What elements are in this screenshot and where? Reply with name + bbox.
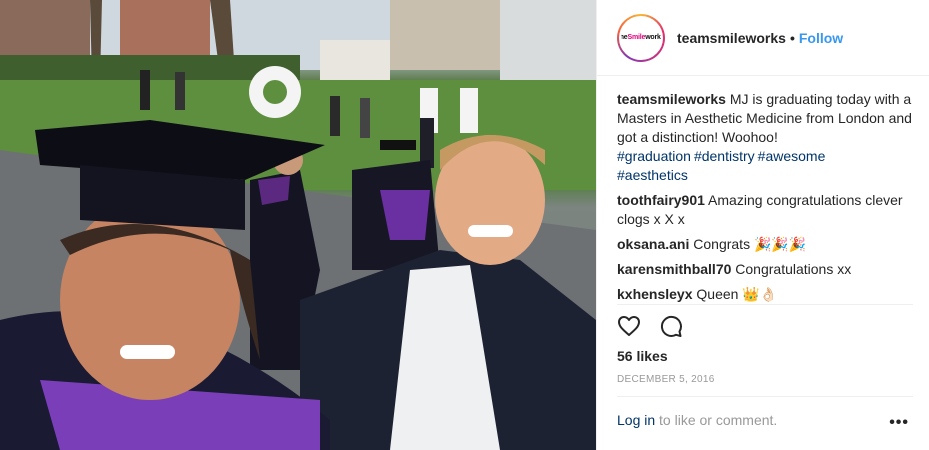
hashtag-link[interactable]: #dentistry	[694, 148, 755, 164]
comment-username[interactable]: oksana.ani	[617, 236, 689, 252]
avatar-logo-text-a: the	[619, 34, 628, 41]
comment-icon[interactable]	[659, 314, 683, 338]
login-prompt-text: to like or comment.	[655, 412, 778, 428]
header-username[interactable]: teamsmileworks	[677, 30, 786, 46]
comment-item: oksana.ani Congrats 🎉🎉🎉	[617, 235, 913, 254]
comment-username[interactable]: toothfairy901	[617, 192, 705, 208]
hashtag-link[interactable]: #graduation	[617, 148, 691, 164]
post-header: theSmileworks teamsmileworks • Follow	[597, 0, 929, 76]
hashtag-list: #graduation #dentistry #awesome #aesthetic…	[617, 147, 913, 185]
comment-username[interactable]: teamsmileworks	[617, 91, 726, 107]
post-actions	[617, 314, 683, 338]
comment-item: kxhensleyx Queen 👑👌🏻	[617, 285, 913, 304]
avatar-logo-text-c: works	[645, 34, 663, 41]
post-photo[interactable]	[0, 0, 596, 450]
likes-count[interactable]: 56 likes	[617, 348, 668, 364]
graduation-selfie-image	[0, 0, 596, 450]
header-separator: •	[789, 29, 795, 46]
login-prompt: Log in to like or comment.	[617, 412, 913, 428]
comment-text: Congrats 🎉🎉🎉	[693, 236, 807, 252]
post-sidebar: theSmileworks teamsmileworks • Follow te…	[596, 0, 929, 450]
avatar-story-ring[interactable]: theSmileworks	[617, 13, 665, 62]
hashtag-link[interactable]: #awesome	[758, 148, 826, 164]
avatar[interactable]: theSmileworks	[619, 15, 663, 60]
comment-text: Queen 👑👌🏻	[696, 286, 778, 302]
caption: teamsmileworks MJ is graduating today wi…	[617, 90, 913, 185]
comment-text: Congratulations xx	[735, 261, 852, 277]
comment-item: toothfairy901 Amazing congratulations cl…	[617, 191, 913, 229]
more-options-icon[interactable]: •••	[889, 414, 909, 432]
hashtag-link[interactable]: #aesthetics	[617, 167, 688, 183]
footer-divider	[617, 396, 913, 397]
comment-item: karensmithball70 Congratulations xx	[617, 260, 913, 279]
actions-divider	[617, 304, 913, 305]
login-link[interactable]: Log in	[617, 412, 655, 428]
comment-username[interactable]: kxhensleyx	[617, 286, 693, 302]
heart-icon[interactable]	[617, 314, 641, 338]
follow-button[interactable]: Follow	[799, 30, 843, 46]
avatar-logo-text-b: Smile	[627, 34, 646, 41]
comment-username[interactable]: karensmithball70	[617, 261, 731, 277]
instagram-post: theSmileworks teamsmileworks • Follow te…	[0, 0, 929, 450]
comments-list: teamsmileworks MJ is graduating today wi…	[617, 90, 913, 310]
post-date[interactable]: DECEMBER 5, 2016	[617, 374, 715, 385]
